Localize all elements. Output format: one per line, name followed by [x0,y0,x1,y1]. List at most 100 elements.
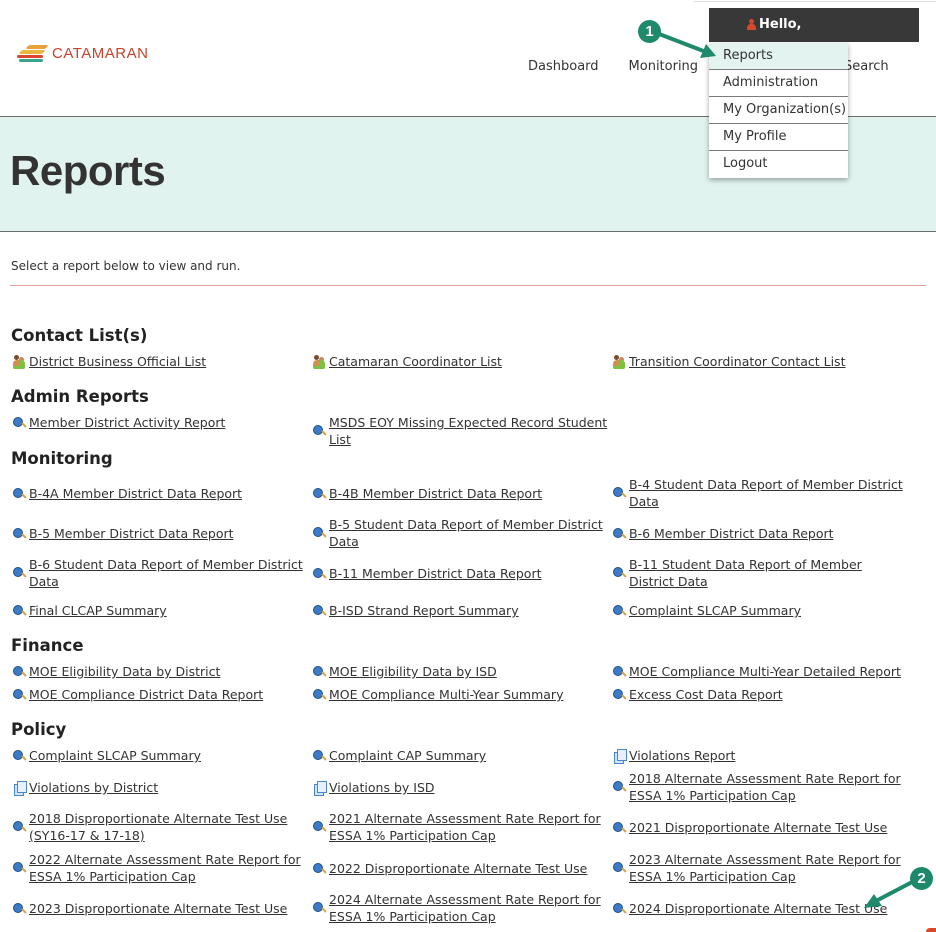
search-icon [312,604,328,618]
report-link[interactable]: B-6 Member District Data Report [612,525,908,542]
search-icon [12,820,28,834]
people-icon [612,354,628,369]
report-link[interactable]: 2021 Alternate Assessment Rate Report fo… [312,810,608,844]
search-icon [12,527,28,541]
search-icon [612,821,628,835]
report-link[interactable]: MOE Compliance Multi-Year Summary [312,686,608,703]
search-icon [12,487,28,501]
report-link[interactable]: Excess Cost Data Report [612,686,908,703]
main-nav: Dashboard Monitoring Search [528,59,889,74]
search-icon [312,487,328,501]
report-link[interactable]: MOE Compliance District Data Report [12,686,308,703]
report-link[interactable]: Violations by District [12,779,308,796]
search-icon [612,688,628,702]
report-link[interactable]: 2022 Alternate Assessment Rate Report fo… [12,851,308,885]
intro-divider [10,285,926,286]
document-icon [312,780,328,796]
report-link[interactable]: B-11 Student Data Report of Member Distr… [612,556,908,590]
search-icon [612,665,628,679]
logo-sail-icon [15,42,49,64]
user-greeting: Hello, [759,17,802,32]
search-icon [312,820,328,834]
report-link[interactable]: B-4 Student Data Report of Member Distri… [612,476,908,510]
menu-item-logout[interactable]: Logout [709,151,848,178]
catamaran-logo[interactable]: CATAMARAN [15,42,148,64]
search-icon [312,424,328,438]
search-icon [12,604,28,618]
search-icon [312,901,328,915]
menu-item-my-profile[interactable]: My Profile [709,124,848,151]
menu-item-my-organizations[interactable]: My Organization(s) [709,97,848,124]
search-icon [612,566,628,580]
search-icon [12,902,28,916]
section-title-contact-lists: Contact List(s) [11,326,148,345]
people-icon [12,354,28,369]
search-icon [612,604,628,618]
annotation-badge-1: 1 [638,20,661,43]
report-link[interactable]: Final CLCAP Summary [12,602,308,619]
search-icon [612,780,628,794]
report-link[interactable]: Violations Report [612,747,908,764]
nav-monitoring[interactable]: Monitoring [629,59,699,74]
report-link[interactable]: 2023 Disproportionate Alternate Test Use [12,900,308,917]
search-icon [312,665,328,679]
report-link[interactable]: MOE Compliance Multi-Year Detailed Repor… [612,663,908,680]
nav-search[interactable]: Search [844,59,889,74]
edge-mark [926,928,936,932]
section-title-monitoring: Monitoring [11,449,113,468]
user-menu-toggle[interactable]: Hello, [709,8,919,42]
search-icon [312,567,328,581]
report-link[interactable]: Complaint SLCAP Summary [612,602,908,619]
menu-item-administration[interactable]: Administration [709,70,848,97]
report-link[interactable]: Complaint CAP Summary [312,747,608,764]
search-icon [12,566,28,580]
search-icon [312,862,328,876]
report-link[interactable]: 2018 Alternate Assessment Rate Report fo… [612,770,908,804]
section-title-admin-reports: Admin Reports [11,387,149,406]
intro-text: Select a report below to view and run. [11,259,241,273]
search-icon [612,902,628,916]
search-icon [612,861,628,875]
report-link[interactable]: Complaint SLCAP Summary [12,747,308,764]
search-icon [312,749,328,763]
annotation-badge-2: 2 [910,867,933,890]
report-link[interactable]: MSDS EOY Missing Expected Record Student… [312,414,608,448]
report-link[interactable]: Catamaran Coordinator List [312,353,608,370]
search-icon [12,688,28,702]
report-link[interactable]: B-11 Member District Data Report [312,565,608,582]
report-link[interactable]: Violations by ISD [312,779,608,796]
search-icon [612,486,628,500]
logo-text: CATAMARAN [52,44,149,62]
user-dropdown-menu: Reports Administration My Organization(s… [709,43,848,178]
report-link[interactable]: MOE Eligibility Data by ISD [312,663,608,680]
report-link[interactable]: 2018 Disproportionate Alternate Test Use… [12,810,308,844]
report-link[interactable]: B-4B Member District Data Report [312,485,608,502]
report-link[interactable]: 2021 Disproportionate Alternate Test Use [612,819,908,836]
report-link[interactable]: B-4A Member District Data Report [12,485,308,502]
search-icon [612,527,628,541]
header-divider [694,1,936,2]
report-link[interactable]: Member District Activity Report [12,414,308,431]
report-link[interactable]: B-5 Member District Data Report [12,525,308,542]
page-title: Reports [10,147,166,194]
search-icon [12,749,28,763]
search-icon [12,416,28,430]
search-icon [12,861,28,875]
search-icon [12,665,28,679]
menu-item-reports[interactable]: Reports [709,43,848,70]
section-title-finance: Finance [11,636,84,655]
report-link[interactable]: Transition Coordinator Contact List [612,353,908,370]
nav-dashboard[interactable]: Dashboard [528,59,599,74]
report-link[interactable]: B-ISD Strand Report Summary [312,602,608,619]
report-link[interactable]: 2022 Disproportionate Alternate Test Use [312,860,608,877]
document-icon [12,780,28,796]
report-link[interactable]: B-6 Student Data Report of Member Distri… [12,556,308,590]
search-icon [312,526,328,540]
user-icon [747,19,756,30]
document-icon [612,748,628,764]
report-link[interactable]: MOE Eligibility Data by District [12,663,308,680]
report-link[interactable]: B-5 Student Data Report of Member Distri… [312,516,608,550]
report-link[interactable]: District Business Official List [12,353,308,370]
section-title-policy: Policy [11,720,67,739]
report-link[interactable]: 2024 Alternate Assessment Rate Report fo… [312,891,608,925]
